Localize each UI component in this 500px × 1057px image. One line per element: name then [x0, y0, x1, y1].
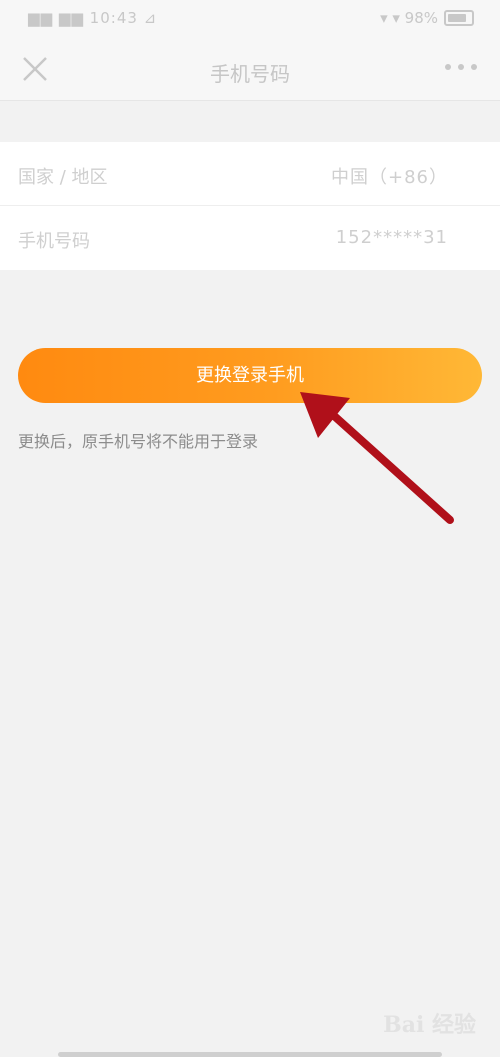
status-indicators: ▾ ▾ 98%: [380, 9, 474, 27]
status-time: ▆▆ ▆▆ 10:43 ⊿: [28, 9, 158, 27]
status-bar: ▆▆ ▆▆ 10:43 ⊿ ▾ ▾ 98%: [0, 0, 500, 40]
status-battery-text: ▾ ▾ 98%: [380, 9, 438, 27]
more-icon[interactable]: [444, 62, 478, 72]
phone-info-list: 国家 / 地区 中国（+86） 手机号码 152*****31: [0, 142, 500, 270]
phone-label: 手机号码: [18, 231, 90, 252]
phone-row: 手机号码 152*****31: [0, 206, 500, 270]
watermark-logo: Bai 经验: [383, 1012, 476, 1038]
page-title: 手机号码: [210, 62, 290, 86]
nav-bar: 手机号码: [0, 40, 500, 101]
phone-value: 152*****31: [335, 227, 448, 248]
home-indicator: [58, 1052, 442, 1057]
change-hint-text: 更换后，原手机号将不能用于登录: [18, 432, 259, 451]
battery-icon: [444, 10, 474, 26]
region-row[interactable]: 国家 / 地区 中国（+86）: [0, 142, 500, 206]
region-value: 中国（+86）: [331, 167, 448, 188]
change-login-phone-button[interactable]: 更换登录手机: [18, 348, 482, 403]
region-label: 国家 / 地区: [18, 167, 108, 188]
